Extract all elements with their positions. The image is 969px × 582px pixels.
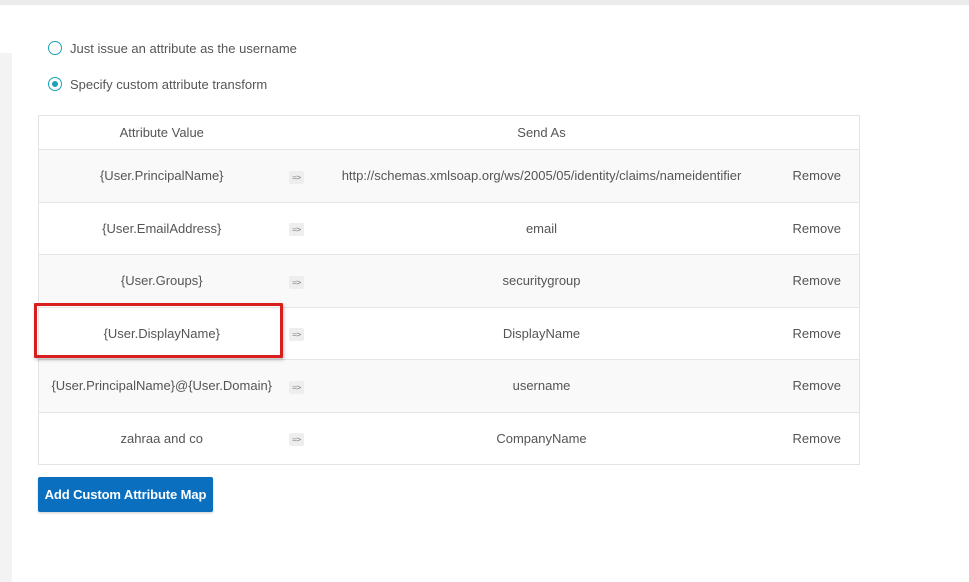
header-attribute-value: Attribute Value	[38, 115, 285, 150]
radio-label: Just issue an attribute as the username	[70, 40, 297, 56]
table-header-row: Attribute Value Send As	[38, 115, 860, 150]
remove-link[interactable]: Remove	[793, 273, 841, 288]
attribute-value-cell: zahraa and co	[38, 411, 285, 465]
send-as-cell: email	[308, 201, 775, 255]
attribute-map-table: Attribute Value Send As {User.PrincipalN…	[38, 115, 860, 465]
remove-link[interactable]: Remove	[793, 431, 841, 446]
left-gutter	[0, 5, 12, 582]
radio-selected-icon[interactable]	[48, 77, 62, 91]
table-row: {User.PrincipalName}@{User.Domain} => us…	[38, 359, 860, 412]
maps-to-arrow-icon: =>	[289, 223, 304, 237]
attribute-value-cell: {User.DisplayName}	[38, 306, 285, 360]
radio-icon[interactable]	[48, 41, 62, 55]
radio-just-issue-attribute[interactable]: Just issue an attribute as the username	[48, 38, 297, 58]
send-as-cell: CompanyName	[308, 411, 775, 465]
maps-to-arrow-icon: =>	[289, 433, 304, 447]
attribute-value-cell: {User.PrincipalName}	[38, 149, 285, 202]
header-arrow-spacer	[284, 115, 309, 150]
attribute-value-cell: {User.EmailAddress}	[38, 201, 285, 255]
remove-link[interactable]: Remove	[793, 168, 841, 183]
maps-to-arrow-icon: =>	[289, 328, 304, 342]
table-row: {User.PrincipalName} => http://schemas.x…	[38, 149, 860, 202]
maps-to-arrow-icon: =>	[289, 275, 304, 289]
remove-link[interactable]: Remove	[793, 326, 841, 341]
add-custom-attribute-map-button[interactable]: Add Custom Attribute Map	[38, 477, 213, 512]
table-row: zahraa and co => CompanyName Remove	[38, 411, 860, 465]
radio-label: Specify custom attribute transform	[70, 76, 268, 92]
send-as-cell: http://schemas.xmlsoap.org/ws/2005/05/id…	[308, 149, 775, 202]
maps-to-arrow-icon: =>	[289, 170, 304, 184]
send-as-cell: username	[308, 359, 775, 412]
remove-link[interactable]: Remove	[793, 378, 841, 393]
attribute-value-cell: {User.PrincipalName}@{User.Domain}	[38, 359, 285, 412]
header-action-spacer	[774, 115, 860, 150]
table-row: {User.EmailAddress} => email Remove	[38, 201, 860, 255]
table-row: {User.DisplayName} => DisplayName Remove	[38, 306, 860, 360]
attribute-value-cell: {User.Groups}	[38, 254, 285, 307]
send-as-cell: DisplayName	[308, 306, 775, 360]
attribute-settings-panel: Just issue an attribute as the username …	[12, 5, 969, 582]
radio-custom-transform[interactable]: Specify custom attribute transform	[48, 74, 267, 94]
left-gutter-top	[0, 5, 12, 53]
header-send-as: Send As	[308, 115, 775, 150]
table-row: {User.Groups} => securitygroup Remove	[38, 254, 860, 307]
remove-link[interactable]: Remove	[793, 221, 841, 236]
send-as-cell: securitygroup	[308, 254, 775, 307]
maps-to-arrow-icon: =>	[289, 380, 304, 394]
